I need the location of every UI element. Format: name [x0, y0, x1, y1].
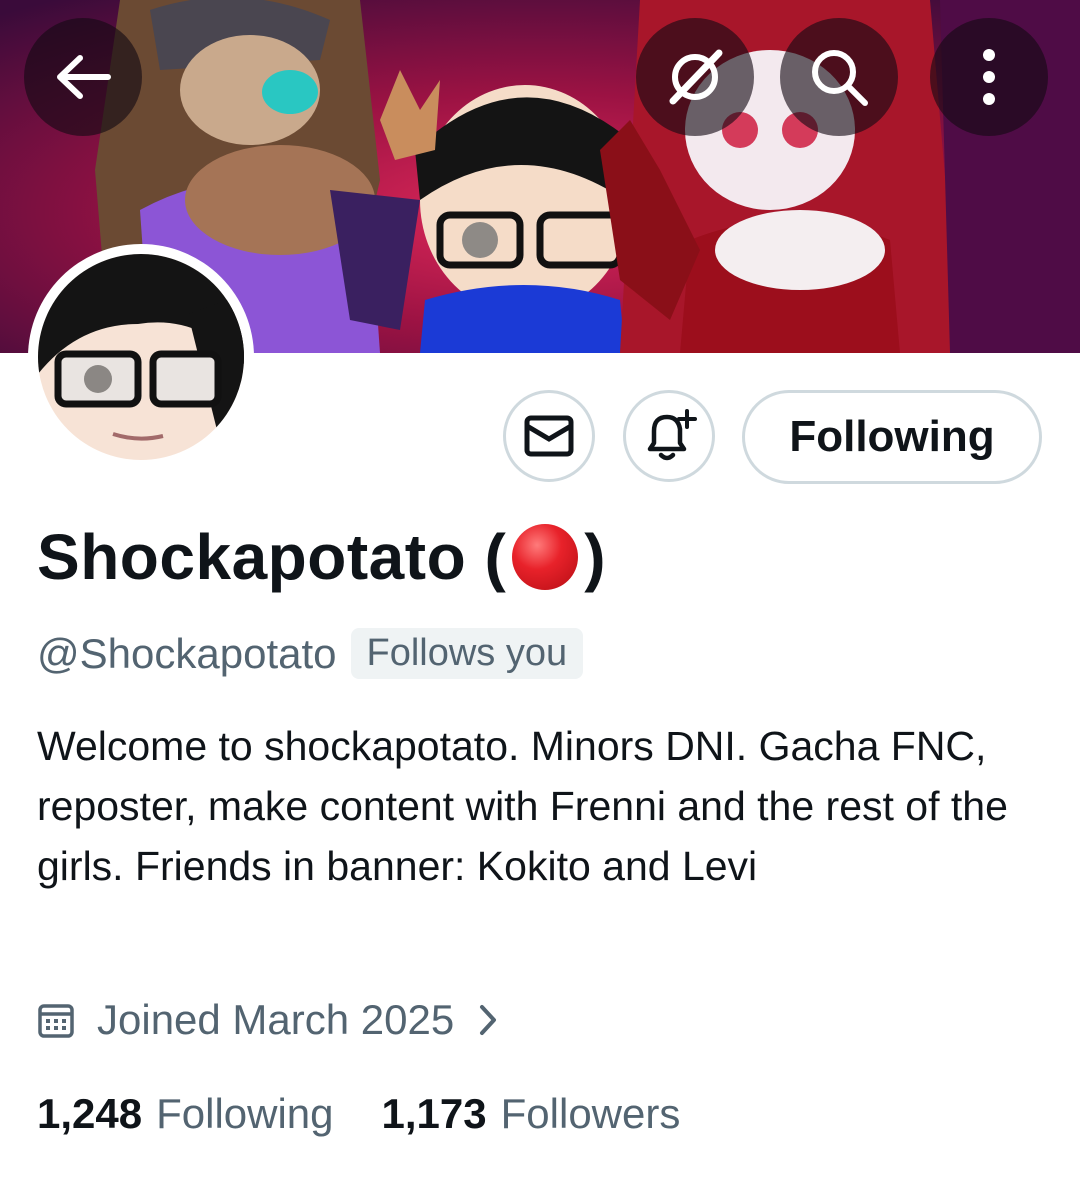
follows-you-badge: Follows you: [350, 628, 584, 679]
profile-bio: Welcome to shockapotato. Minors DNI. Gac…: [37, 723, 1008, 889]
calendar-icon: [37, 1001, 75, 1039]
grok-button[interactable]: [636, 18, 754, 136]
search-button[interactable]: [780, 18, 898, 136]
red-circle-emoji: [512, 524, 579, 590]
avatar-image: [38, 254, 244, 460]
profile-page: Following Shockapotato ( ) @Shockapotato…: [0, 0, 1080, 1181]
joined-row[interactable]: Joined March 2025: [37, 996, 498, 1044]
bell-plus-icon: [647, 409, 697, 461]
mail-icon: [524, 415, 574, 457]
grok-icon: [669, 49, 723, 105]
user-handle: @Shockapotato: [37, 629, 337, 677]
following-count: 1,248: [37, 1090, 143, 1137]
followers-stat[interactable]: 1,173 Followers: [382, 1090, 681, 1138]
following-stat[interactable]: 1,248 Following: [37, 1090, 334, 1138]
profile-name: Shockapotato ( ): [37, 520, 606, 594]
arrow-left-icon: [57, 55, 111, 99]
more-vertical-icon: [983, 49, 995, 105]
display-name: Shockapotato (: [37, 521, 507, 593]
following-label: Following: [156, 1090, 334, 1137]
avatar[interactable]: [28, 244, 254, 470]
notify-button[interactable]: [623, 390, 715, 482]
back-button[interactable]: [24, 18, 142, 136]
follow-stats: 1,248 Following 1,173 Followers: [37, 1090, 680, 1138]
joined-date: Joined March 2025: [97, 996, 455, 1043]
more-button[interactable]: [930, 18, 1048, 136]
followers-label: Followers: [500, 1090, 681, 1137]
followers-count: 1,173: [381, 1090, 487, 1137]
following-button[interactable]: Following: [742, 390, 1042, 484]
handle-row: @Shockapotato Follows you: [37, 628, 584, 679]
search-icon: [812, 50, 868, 106]
display-name-suffix: ): [584, 521, 607, 593]
chevron-right-icon: [478, 1003, 498, 1037]
message-button[interactable]: [503, 390, 595, 482]
